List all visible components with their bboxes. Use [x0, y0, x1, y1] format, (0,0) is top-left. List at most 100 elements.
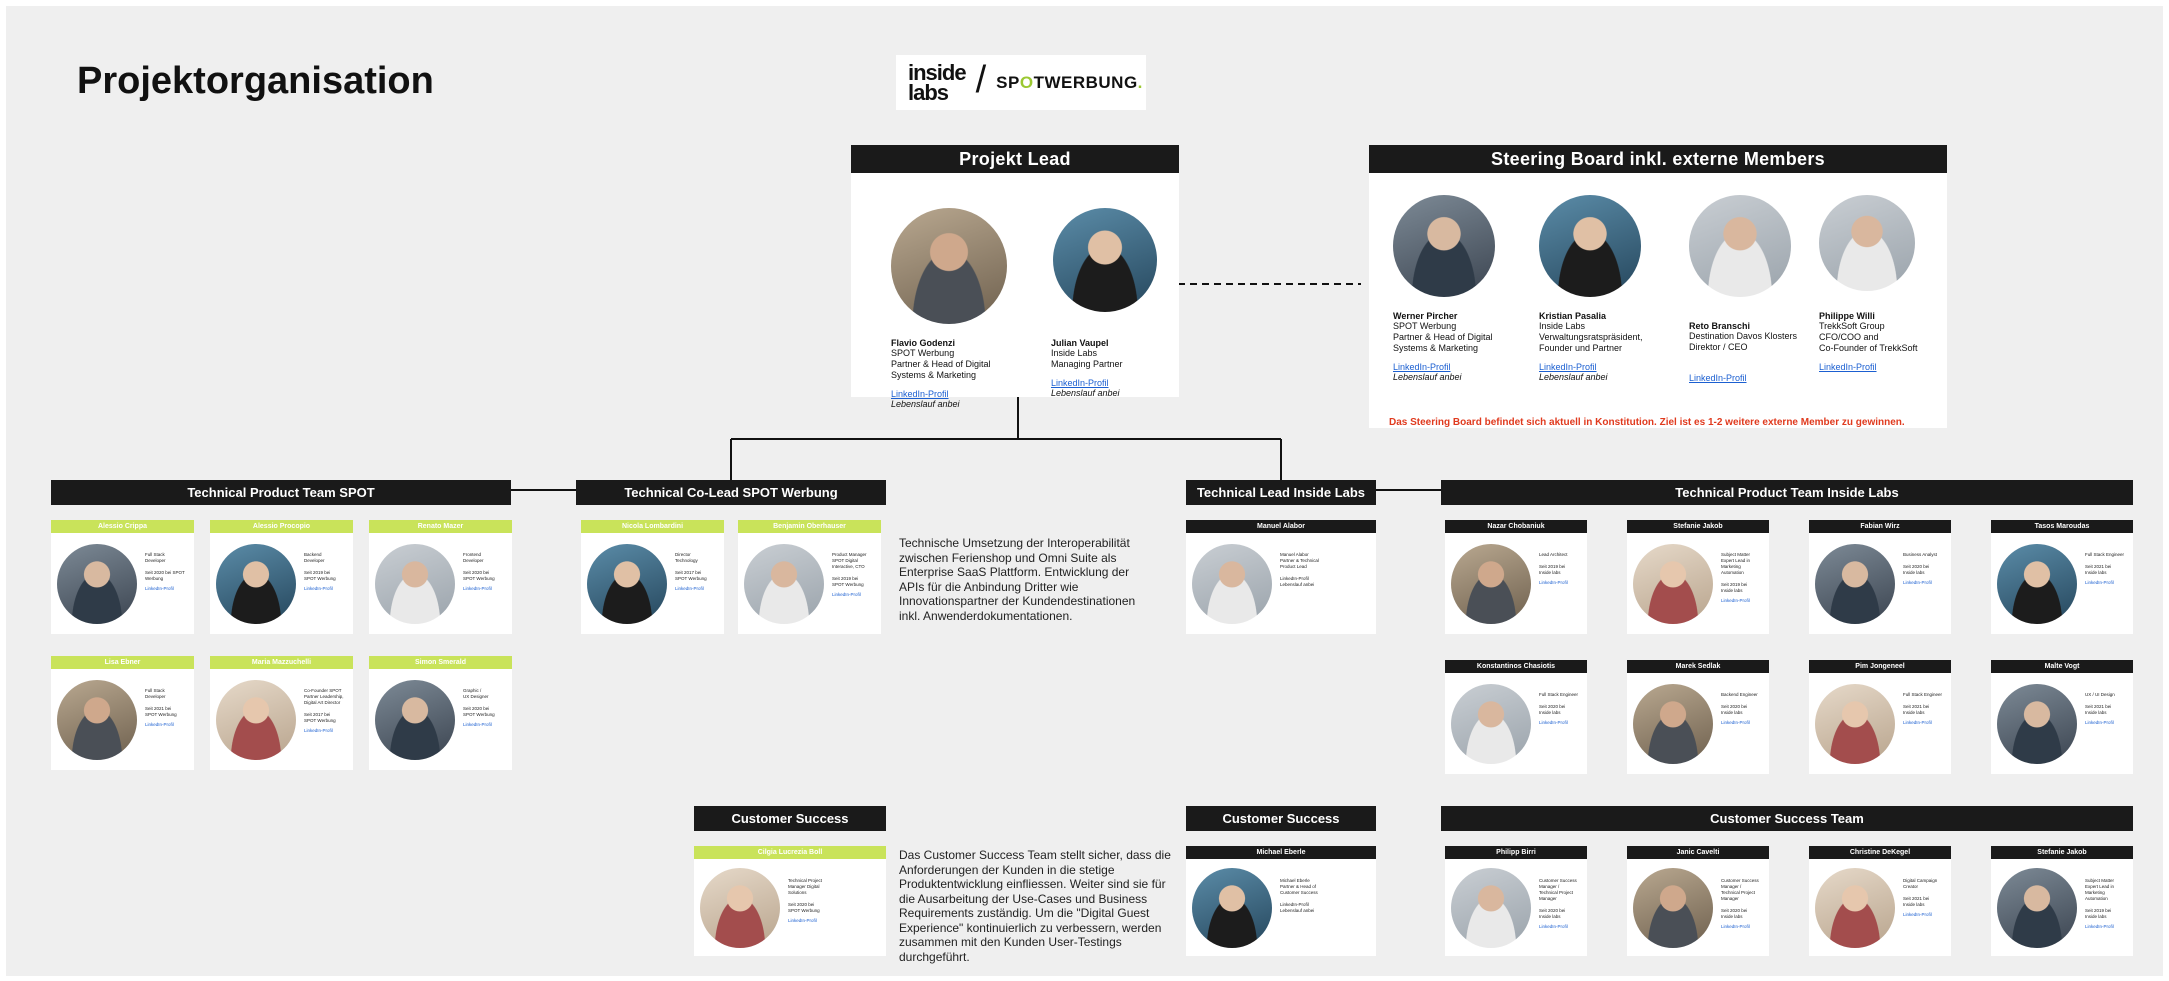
team-member-card: Michael Eberle Michael Eberle Partner & He… [1186, 846, 1376, 956]
avatar [216, 544, 296, 624]
member-info: Full Stack Developer Seit 2021 bei SPOT We… [145, 688, 190, 728]
cv-note: Lebenslauf anbei [1393, 372, 1462, 382]
linkedin-link[interactable]: LinkedIn-Profil [304, 728, 349, 734]
linkedin-link[interactable]: LinkedIn-Profil [1689, 373, 1747, 383]
person-role: Founder und Partner [1539, 343, 1623, 353]
linkedin-link[interactable]: LinkedIn-Profil [463, 586, 508, 592]
member-name: Cilgia Lucrezia Boll [694, 846, 886, 859]
member-info-line: Inside labs [2085, 570, 2107, 575]
member-info-line: Inside labs [2085, 914, 2107, 919]
member-info: Graphic / UX Designer Seit 2020 bei SPOT W… [463, 688, 508, 728]
member-name: Tasos Maroudas [1991, 520, 2133, 533]
steering-board-header: Steering Board inkl. externe Members [1369, 145, 1947, 173]
linkedin-link[interactable]: LinkedIn-Profil [1819, 362, 1877, 372]
linkedin-link[interactable]: LinkedIn-Profil [1721, 720, 1765, 726]
co-lead-header: Technical Co-Lead SPOT Werbung [576, 480, 886, 505]
avatar [1633, 544, 1713, 624]
avatar [216, 680, 296, 760]
linkedin-link[interactable]: LinkedIn-Profil [2085, 720, 2129, 726]
avatar [1192, 868, 1272, 948]
member-info-line: Inside labs [1539, 710, 1561, 715]
linkedin-link[interactable]: LinkedIn-Profil [1393, 362, 1451, 372]
person-role: Managing Partner [1051, 359, 1123, 369]
linkedin-link[interactable]: LinkedIn-Profil [1539, 924, 1583, 930]
member-info: Backend Developer Seit 2019 bei SPOT Werbu… [304, 552, 349, 592]
linkedin-link[interactable]: LinkedIn-Profil [1721, 598, 1765, 604]
member-name: Alessio Crippa [51, 520, 194, 533]
avatar [587, 544, 667, 624]
lead-inside-header: Technical Lead Inside Labs [1186, 480, 1376, 505]
member-name: Janic Cavelti [1627, 846, 1769, 859]
linkedin-link[interactable]: LinkedIn-Profil [1539, 580, 1583, 586]
team-member-card: Janic Cavelti Customer Success Manager / Te… [1627, 846, 1769, 956]
linkedin-link[interactable]: LinkedIn-Profil [1903, 580, 1947, 586]
avatar [1815, 868, 1895, 948]
team-member-card: Alessio Crippa Full Stack Developer Seit 2… [51, 520, 194, 634]
member-info: Lead Architect Seit 2019 bei Inside labs L… [1539, 552, 1583, 586]
avatar [57, 544, 137, 624]
member-info-line: Inside labs [1721, 710, 1743, 715]
linkedin-link[interactable]: LinkedIn-Profil [891, 389, 949, 399]
member-info-line: SPOT Werbung [463, 712, 495, 717]
avatar [1819, 195, 1915, 291]
linkedin-link[interactable]: LinkedIn-Profil [1903, 720, 1947, 726]
linkedin-link[interactable]: LinkedIn-Profil [1903, 912, 1947, 918]
team-member-card: Stefanie Jakob Subject Matter Expert Lead … [1627, 520, 1769, 634]
team-member-card: Christine DeKegel Digital Campaign Creator… [1809, 846, 1951, 956]
person-role: Systems & Marketing [1393, 343, 1479, 353]
cs-inside-header: Customer Success [1186, 806, 1376, 831]
member-info-line: Inside labs [1539, 570, 1561, 575]
avatar [1633, 684, 1713, 764]
member-name: Nicola Lombardini [581, 520, 724, 533]
member-info: Michael Eberle Partner & Head of Customer … [1280, 878, 1372, 914]
linkedin-link[interactable]: LinkedIn-Profil [1721, 924, 1765, 930]
member-info-line: Full Stack Engineer [1903, 692, 1943, 697]
linkedin-link[interactable]: LinkedIn-Profil [304, 586, 349, 592]
avatar [1451, 684, 1531, 764]
linkedin-link[interactable]: LinkedIn-Profil [675, 586, 720, 592]
member-name: Benjamin Oberhauser [738, 520, 881, 533]
avatar [891, 208, 1007, 324]
member-name: Stefanie Jakob [1627, 520, 1769, 533]
avatar [1451, 544, 1531, 624]
member-info: Backend Engineer Seit 2020 bei Inside lab… [1721, 692, 1765, 726]
projekt-lead-header: Projekt Lead [851, 145, 1179, 173]
linkedin-link[interactable]: LinkedIn-Profil [145, 586, 190, 592]
member-info: Full Stack Engineer Seit 2021 bei Inside … [2085, 552, 2129, 586]
steering-board-note: Das Steering Board befindet sich aktuell… [1389, 417, 1905, 428]
person-role: Partner & Head of Digital [1393, 332, 1493, 342]
member-info: UX / UI Design Seit 2021 bei Inside labs L… [2085, 692, 2129, 726]
person-julian-vaupel: Julian Vaupel Inside Labs Managing Partn… [1051, 208, 1171, 398]
linkedin-link[interactable]: LinkedIn-Profil [788, 918, 882, 924]
team-member-card: Maria Mazzuchelli Co-Founder SPOT Partner … [210, 656, 353, 770]
linkedin-link[interactable]: LinkedIn-Profil [1539, 720, 1583, 726]
cv-note: Lebenslauf anbei [1539, 372, 1608, 382]
person-role: Inside Labs [1051, 348, 1098, 358]
linkedin-link[interactable]: LinkedIn-Profil [1051, 378, 1109, 388]
member-name: Nazar Chobaniuk [1445, 520, 1587, 533]
linkedin-link[interactable]: LinkedIn-Profil [2085, 924, 2129, 930]
person-name: Philippe Willi [1819, 311, 1875, 321]
member-info-line: Inside labs [1903, 570, 1925, 575]
team-member-card: Konstantinos Chasiotis Full Stack Enginee… [1445, 660, 1587, 774]
avatar [1053, 208, 1157, 312]
team-member-card: Lisa Ebner Full Stack Developer Seit 2021 … [51, 656, 194, 770]
cs-spot-header: Customer Success [694, 806, 886, 831]
member-info: Customer Success Manager / Technical Proje… [1721, 878, 1765, 930]
linkedin-link[interactable]: LinkedIn-Profil [832, 592, 877, 598]
team-member-card: Stefanie Jakob Subject Matter Expert Lead … [1991, 846, 2133, 956]
member-info: Full Stack Engineer Seit 2020 bei Inside … [1539, 692, 1583, 726]
team-member-card: Nazar Chobaniuk Lead Architect Seit 2019 … [1445, 520, 1587, 634]
person-reto-branschi: Reto Branschi Destination Davos Klosters… [1689, 195, 1819, 383]
cs-description: Das Customer Success Team stellt sicher,… [899, 848, 1171, 964]
person-philippe-willi: Philippe Willi TrekkSoft Group CFO/COO a… [1819, 195, 1944, 372]
member-name: Stefanie Jakob [1991, 846, 2133, 859]
team-member-card: Alessio Procopio Backend Developer Seit 20… [210, 520, 353, 634]
avatar [1539, 195, 1641, 297]
linkedin-link[interactable]: LinkedIn-Profil [1539, 362, 1597, 372]
member-info-line: SPOT Werbung [832, 582, 864, 587]
linkedin-link[interactable]: LinkedIn-Profil [145, 722, 190, 728]
linkedin-link[interactable]: LinkedIn-Profil [463, 722, 508, 728]
linkedin-link[interactable]: LinkedIn-Profil [2085, 580, 2129, 586]
avatar [1815, 544, 1895, 624]
